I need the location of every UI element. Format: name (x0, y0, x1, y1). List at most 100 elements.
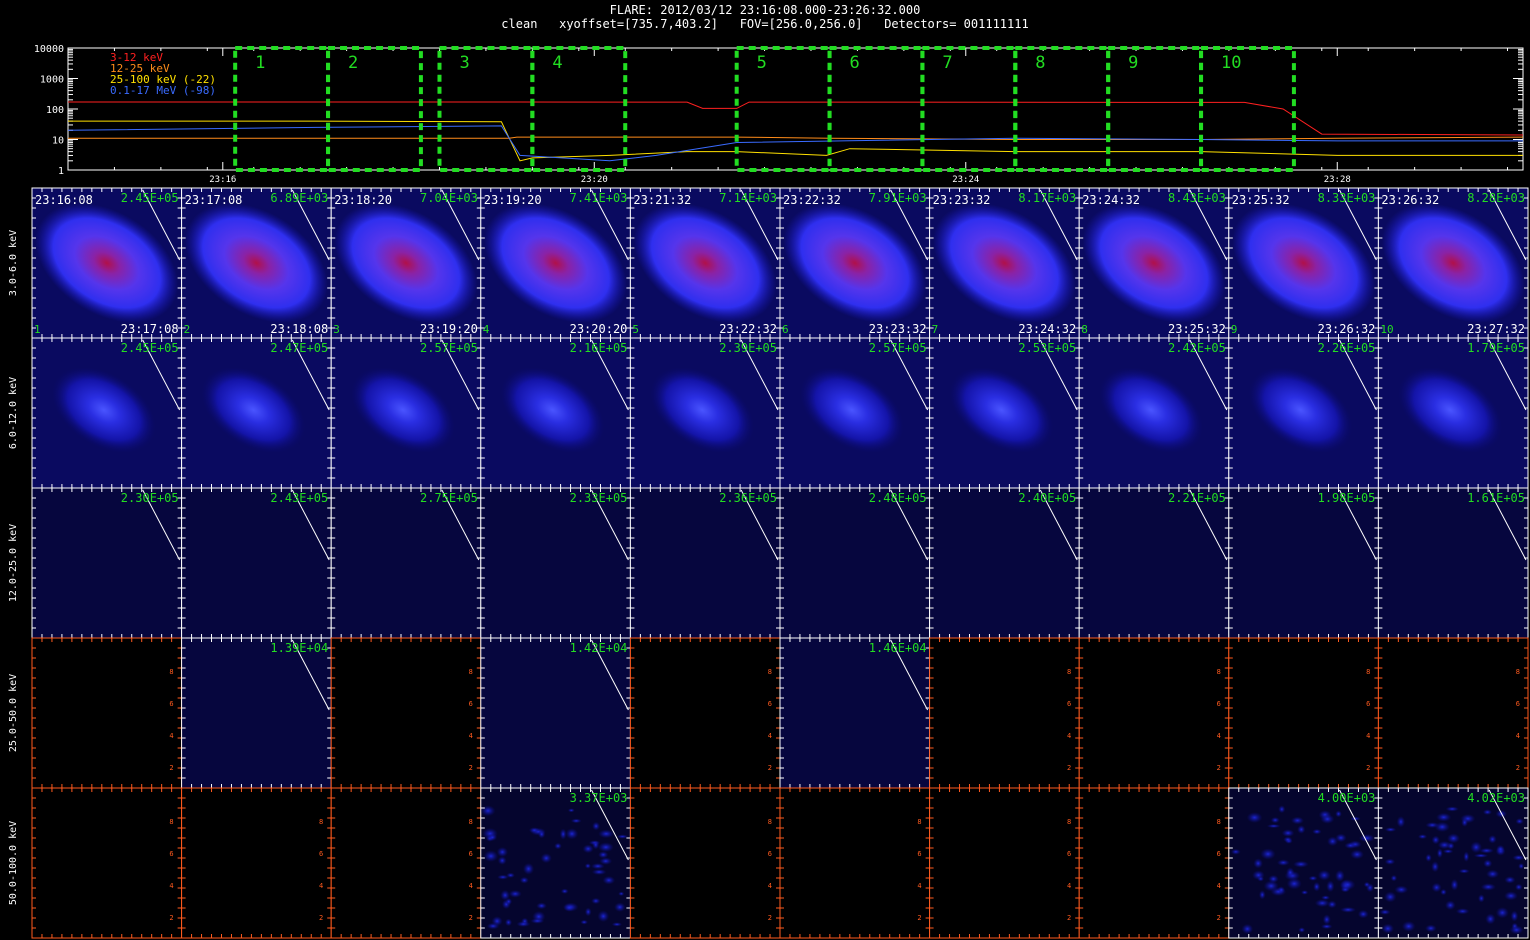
noise-blob (1483, 859, 1493, 868)
noise-blob (1515, 818, 1524, 825)
noise-blob (1510, 910, 1519, 922)
cell-frame (779, 637, 931, 789)
image-cell: 1.46E+04 (779, 637, 931, 789)
noise-blob (1317, 869, 1331, 881)
interval-start-time: 23:22:32 (783, 193, 841, 207)
interval-end-time: 23:19:20 (420, 322, 478, 336)
empty-axis-label: 4 (319, 882, 323, 890)
x-tick-label: 23:28 (1324, 175, 1351, 183)
empty-axis-label: 6 (1067, 850, 1071, 858)
empty-axis-label: 6 (169, 700, 173, 708)
cell-frame (1228, 487, 1379, 639)
noise-blob (1445, 806, 1459, 812)
empty-axis-label: 8 (1217, 668, 1221, 676)
image-cell: 4.00E+03 (1228, 787, 1379, 939)
peak-value: 2.47E+05 (270, 341, 328, 355)
peak-value: 1.61E+05 (1467, 491, 1525, 505)
noise-blob (1258, 890, 1266, 900)
peak-value: 2.53E+05 (1018, 341, 1076, 355)
noise-blob (1442, 849, 1454, 854)
cell-frame (1228, 637, 1379, 789)
interval-box (326, 46, 423, 172)
peak-value: 7.14E+03 (719, 191, 777, 205)
noise-blob (505, 897, 513, 906)
noise-blob (1327, 836, 1339, 847)
image-cell: 2.30E+05 (31, 487, 183, 639)
noise-blob (591, 863, 605, 870)
interval-box (437, 46, 535, 172)
empty-axis-label: 8 (169, 818, 173, 826)
lightcurve-plot: 10000100010010123:16 23:20 23:24 23:283-12 … (34, 44, 1524, 183)
image-cell: 7.91E+03 23:22:32 23:23:32 6 (779, 187, 931, 339)
noise-blob (1293, 860, 1309, 868)
interval-start-time: 23:18:20 (334, 193, 392, 207)
noise-blob (1473, 853, 1489, 858)
image-cell: 2.26E+05 (1228, 337, 1379, 489)
noise-blob (598, 829, 615, 839)
noise-blob (1379, 909, 1391, 915)
peak-value: 2.33E+05 (570, 491, 628, 505)
noise-blob (486, 922, 500, 930)
noise-blob (1313, 881, 1321, 892)
interval-start-time: 23:16:08 (35, 193, 93, 207)
interval-index: 10 (1380, 323, 1393, 336)
interval-start-time: 23:17:08 (185, 193, 243, 207)
interval-label: 5 (757, 53, 767, 73)
peak-value: 1.79E+05 (1467, 341, 1525, 355)
row-energy-label: 25.0-50.0 keV (8, 674, 19, 752)
interval-label: 8 (1035, 53, 1045, 73)
empty-axis-label: 2 (768, 764, 772, 772)
noise-blob (496, 846, 509, 858)
image-cell: 2.47E+05 (181, 337, 332, 489)
image-cell: 8.17E+03 23:23:32 23:24:32 7 (929, 187, 1080, 339)
peak-value: 4.00E+03 (1318, 791, 1376, 805)
empty-axis-label: 6 (1217, 700, 1221, 708)
image-cell: 8.28E+03 23:26:32 23:27:32 10 (1377, 187, 1529, 339)
noise-blob (1396, 816, 1406, 828)
interval-start-time: 23:21:32 (633, 193, 691, 207)
interval-index: 8 (1081, 323, 1088, 336)
noise-blob (1504, 891, 1518, 901)
cell-frame (480, 487, 631, 639)
noise-blob (1326, 880, 1335, 893)
noise-blob (483, 850, 499, 862)
image-cell: 2.45E+05 23:16:08 23:17:08 1 (31, 187, 183, 339)
plot-header: FLARE: 2012/03/12 23:16:08.000-23:26:32.… (0, 0, 1530, 36)
noise-blob (1461, 818, 1469, 827)
plot-frame (67, 47, 1524, 171)
noise-blob (1518, 863, 1525, 870)
empty-axis-label: 4 (469, 732, 473, 740)
noise-blob (584, 907, 592, 917)
image-cell: 7.14E+03 23:21:32 23:22:32 5 (629, 187, 781, 339)
cell-frame (929, 637, 1080, 789)
peak-value: 2.21E+05 (1168, 491, 1226, 505)
peak-value: 1.42E+04 (570, 641, 628, 655)
noise-blob (530, 918, 545, 924)
cell-frame (1078, 787, 1230, 939)
image-cell: 8.33E+03 23:25:32 23:26:32 9 (1228, 187, 1379, 339)
noise-blob (614, 902, 626, 912)
empty-axis-label: 4 (768, 732, 772, 740)
interval-start-time: 23:19:20 (484, 193, 542, 207)
x-tick-label: 23:20 (581, 175, 608, 183)
noise-blob (1340, 906, 1357, 913)
empty-axis-label: 6 (1516, 700, 1520, 708)
legend-entry: 0.1-17 MeV (-98) (110, 84, 216, 97)
noise-blob (1230, 848, 1241, 855)
image-cell: 2 4 6 8 (629, 637, 781, 789)
peak-value: 2.45E+05 (121, 341, 179, 355)
interval-start-time: 23:26:32 (1381, 193, 1439, 207)
image-cell: 2 4 6 8 (31, 637, 183, 789)
image-cell: 2 4 6 8 (1228, 637, 1379, 789)
peak-value: 2.16E+05 (570, 341, 628, 355)
peak-value: 7.04E+03 (420, 191, 478, 205)
cell-frame (480, 637, 631, 789)
image-cell: 2 4 6 8 (31, 787, 183, 939)
cell-frame (330, 637, 482, 789)
empty-axis-label: 6 (469, 850, 473, 858)
image-cell: 7.41E+03 23:19:20 23:20:20 4 (480, 187, 631, 339)
noise-blob (1266, 824, 1281, 829)
interval-end-time: 23:27:32 (1467, 322, 1525, 336)
peak-value: 1.98E+05 (1318, 491, 1376, 505)
empty-axis-label: 6 (169, 850, 173, 858)
